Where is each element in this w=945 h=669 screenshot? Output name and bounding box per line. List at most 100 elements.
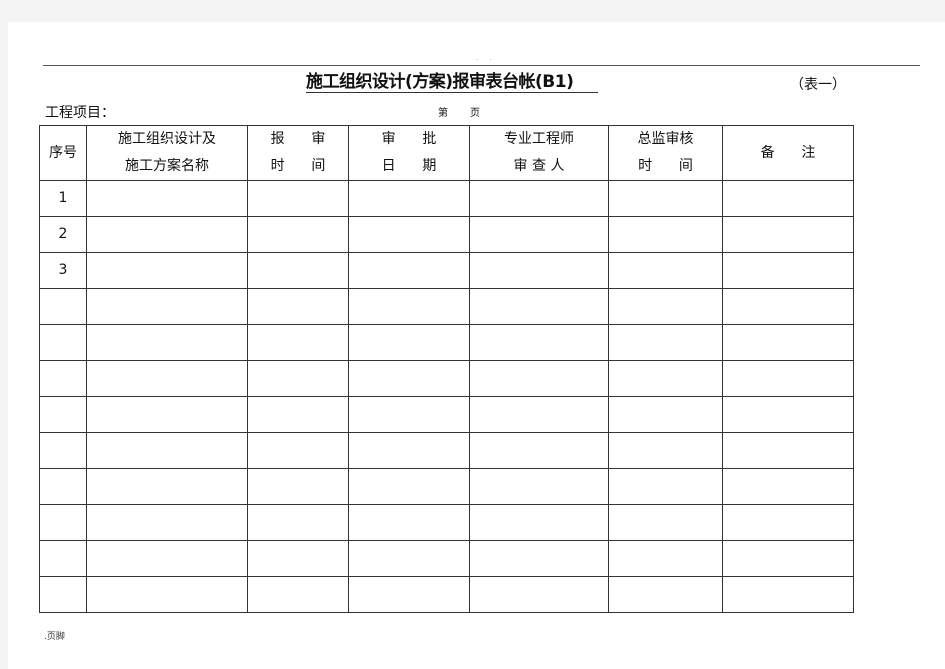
- table-cell[interactable]: [86, 468, 248, 505]
- serial-cell[interactable]: [39, 360, 87, 397]
- table-cell[interactable]: [348, 576, 470, 613]
- serial-cell[interactable]: [39, 324, 87, 361]
- serial-cell[interactable]: [39, 468, 87, 505]
- header-label-line1: 备 注: [760, 144, 816, 161]
- table-cell[interactable]: [247, 576, 349, 613]
- table-cell[interactable]: [722, 180, 854, 217]
- serial-cell[interactable]: [39, 576, 87, 613]
- serial-cell[interactable]: [39, 540, 87, 577]
- table-cell[interactable]: [469, 216, 609, 253]
- serial-cell[interactable]: [39, 396, 87, 433]
- table-cell[interactable]: [608, 180, 723, 217]
- table-cell[interactable]: [608, 288, 723, 325]
- table-cell[interactable]: [247, 180, 349, 217]
- table-cell[interactable]: [348, 432, 470, 469]
- table-cell[interactable]: [722, 252, 854, 289]
- table-cell[interactable]: [247, 324, 349, 361]
- table-cell[interactable]: [722, 288, 854, 325]
- table-cell[interactable]: [469, 432, 609, 469]
- table-cell[interactable]: [722, 324, 854, 361]
- table-cell[interactable]: [348, 396, 470, 433]
- header-col-submit-time: 报 审时 间: [247, 125, 349, 181]
- table-cell[interactable]: [469, 576, 609, 613]
- table-cell[interactable]: [247, 252, 349, 289]
- table-cell[interactable]: [86, 216, 248, 253]
- table-cell[interactable]: [608, 504, 723, 541]
- table-cell[interactable]: [722, 540, 854, 577]
- table-row: 3: [39, 252, 854, 289]
- table-cell[interactable]: [608, 576, 723, 613]
- table-cell[interactable]: [247, 432, 349, 469]
- table-cell[interactable]: [247, 540, 349, 577]
- header-col-engineer-reviewer: 专业工程师审 查 人: [469, 125, 609, 181]
- table-cell[interactable]: [608, 396, 723, 433]
- serial-cell[interactable]: 1: [39, 180, 87, 217]
- table-cell[interactable]: [469, 324, 609, 361]
- table-cell[interactable]: [348, 252, 470, 289]
- table-cell[interactable]: [348, 216, 470, 253]
- table-cell[interactable]: [608, 468, 723, 505]
- table-cell[interactable]: [469, 468, 609, 505]
- table-row: [39, 360, 854, 397]
- table-cell[interactable]: [86, 360, 248, 397]
- table-cell[interactable]: [722, 576, 854, 613]
- serial-cell[interactable]: [39, 288, 87, 325]
- table-cell[interactable]: [247, 216, 349, 253]
- table-cell[interactable]: [247, 468, 349, 505]
- serial-cell[interactable]: [39, 504, 87, 541]
- table-cell[interactable]: [247, 360, 349, 397]
- table-row: [39, 504, 854, 541]
- header-label-line2: 日 期: [381, 158, 437, 174]
- table-cell[interactable]: [722, 216, 854, 253]
- table-cell[interactable]: [86, 180, 248, 217]
- table-cell[interactable]: [86, 432, 248, 469]
- header-label-line2: 时 间: [638, 158, 693, 174]
- table-cell[interactable]: [608, 324, 723, 361]
- table-cell[interactable]: [86, 576, 248, 613]
- table-cell[interactable]: [469, 252, 609, 289]
- table-row: [39, 576, 854, 613]
- table-cell[interactable]: [86, 396, 248, 433]
- table-cell[interactable]: [86, 252, 248, 289]
- table-cell[interactable]: [86, 288, 248, 325]
- table-cell[interactable]: [348, 540, 470, 577]
- header-marker: . .: [476, 53, 496, 62]
- table-cell[interactable]: [348, 324, 470, 361]
- table-cell[interactable]: [608, 216, 723, 253]
- table-cell[interactable]: [722, 396, 854, 433]
- serial-cell[interactable]: 3: [39, 252, 87, 289]
- table-cell[interactable]: [348, 360, 470, 397]
- header-label-line1: 审 批: [381, 131, 437, 147]
- table-cell[interactable]: [86, 324, 248, 361]
- table-cell[interactable]: [722, 360, 854, 397]
- serial-cell[interactable]: 2: [39, 216, 87, 253]
- table-cell[interactable]: [86, 540, 248, 577]
- table-cell[interactable]: [469, 288, 609, 325]
- table-cell[interactable]: [722, 504, 854, 541]
- table-cell[interactable]: [469, 180, 609, 217]
- table-cell[interactable]: [247, 288, 349, 325]
- table-cell[interactable]: [722, 468, 854, 505]
- table-cell[interactable]: [608, 432, 723, 469]
- table-row: [39, 540, 854, 577]
- table-cell[interactable]: [469, 504, 609, 541]
- header-col-serial: 序号: [39, 125, 87, 181]
- table-cell[interactable]: [86, 504, 248, 541]
- table-cell[interactable]: [608, 252, 723, 289]
- table-cell[interactable]: [348, 468, 470, 505]
- table-cell[interactable]: [608, 540, 723, 577]
- table-cell[interactable]: [247, 396, 349, 433]
- table-row: [39, 432, 854, 469]
- table-cell[interactable]: [608, 360, 723, 397]
- document-title: 施工组织设计(方案)报审表台帐(B1): [306, 72, 598, 93]
- table-cell[interactable]: [348, 180, 470, 217]
- table-cell[interactable]: [348, 288, 470, 325]
- table-cell[interactable]: [469, 540, 609, 577]
- table-cell[interactable]: [469, 396, 609, 433]
- table-cell[interactable]: [722, 432, 854, 469]
- serial-cell[interactable]: [39, 432, 87, 469]
- table-row: [39, 324, 854, 361]
- table-cell[interactable]: [348, 504, 470, 541]
- table-cell[interactable]: [469, 360, 609, 397]
- table-cell[interactable]: [247, 504, 349, 541]
